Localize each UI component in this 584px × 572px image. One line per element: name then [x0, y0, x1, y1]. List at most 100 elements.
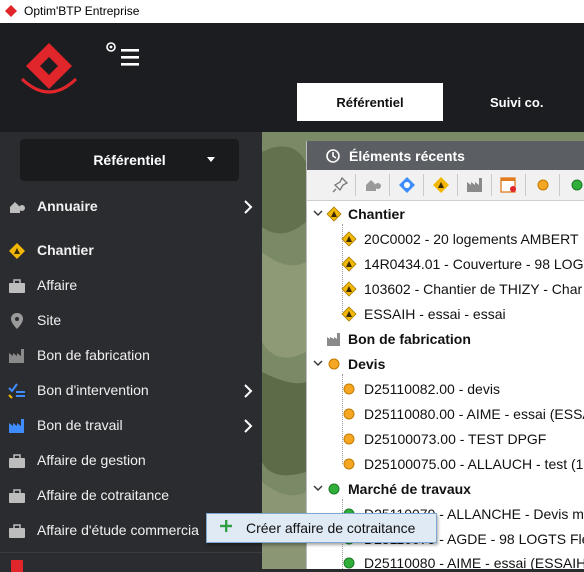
sidebar-item-chantier[interactable]: Chantier: [0, 233, 262, 268]
tree-item-label: D25100073.00 - TEST DPGF: [364, 431, 547, 447]
construction-sign-icon: [341, 306, 357, 322]
chevron-right-icon: [244, 200, 253, 214]
tree-item-label: 14R0434.01 - Couverture - 98 LOGT: [364, 256, 584, 272]
settings-menu-icon[interactable]: [103, 41, 143, 69]
green-dot-icon: [343, 557, 355, 569]
tree-group-chantier[interactable]: Chantier: [313, 203, 583, 227]
window-title: Optim'BTP Entreprise: [24, 4, 140, 18]
tree-item[interactable]: 103602 - Chantier de THIZY - Char: [341, 278, 584, 302]
sidebar-item-bon-de-travail[interactable]: Bon de travail: [0, 408, 262, 443]
tree-item[interactable]: ESSAIH - essai - essai: [341, 303, 584, 327]
window-titlebar: Optim'BTP Entreprise: [0, 0, 584, 24]
tree-group-label: Chantier: [348, 206, 405, 222]
module-selector[interactable]: Référentiel: [20, 139, 239, 181]
pin-icon[interactable]: [331, 176, 349, 194]
sidebar: Référentiel Annuaire Chantier Affaire Si…: [0, 132, 262, 572]
map-pin-icon: [11, 313, 23, 329]
orange-dot-icon[interactable]: [534, 176, 552, 194]
construction-sign-icon: [9, 243, 25, 259]
recent-elements-header: Éléments récents: [307, 141, 584, 170]
recent-elements-title: Éléments récents: [349, 148, 465, 164]
orange-dot-icon: [343, 383, 355, 395]
tree-group-devis[interactable]: Devis: [313, 353, 583, 377]
orange-dot-icon: [343, 458, 355, 470]
tree-group-marche-de-travaux[interactable]: Marché de travaux: [313, 478, 583, 502]
chevron-right-icon: [244, 384, 253, 398]
divider: [457, 174, 458, 196]
checklist-icon: [8, 383, 25, 399]
tree-item[interactable]: 20C0002 - 20 logements AMBERT: [341, 228, 584, 252]
sidebar-item-affaire[interactable]: Affaire: [0, 268, 262, 303]
module-selector-label: Référentiel: [93, 152, 166, 168]
factory-blue-icon: [9, 419, 24, 433]
sidebar-item-label: Affaire: [37, 277, 78, 293]
divider: [559, 174, 560, 196]
tree-group-bon-de-fabrication[interactable]: Bon de fabrication: [313, 328, 583, 352]
chevron-down-icon[interactable]: [313, 483, 323, 493]
chevron-right-icon: [244, 419, 253, 433]
factory-icon: [9, 349, 24, 363]
orange-dot-icon: [343, 433, 355, 445]
contacts-icon: [10, 202, 25, 213]
tree-item[interactable]: D25110080 - AIME - essai (ESSAIH: [341, 552, 584, 569]
contacts-icon[interactable]: [364, 176, 382, 194]
divider: [423, 174, 424, 196]
app-logo-icon: [5, 5, 17, 17]
sidebar-item-bon-de-fabrication[interactable]: Bon de fabrication: [0, 338, 262, 373]
sidebar-item-bon-intervention[interactable]: Bon d'intervention: [0, 373, 262, 408]
chevron-down-icon[interactable]: [313, 208, 323, 218]
popup-label: Créer affaire de cotraitance: [246, 520, 416, 536]
sidebar-item-label: Affaire de gestion: [37, 452, 146, 468]
briefcase-icon: [9, 279, 25, 293]
sidebar-item-affaire-de-cotraitance[interactable]: Affaire de cotraitance: [0, 478, 262, 513]
construction-sign-icon[interactable]: [432, 176, 450, 194]
green-dot-icon[interactable]: [568, 176, 584, 194]
construction-sign-icon: [341, 256, 357, 272]
briefcase-icon: [9, 489, 25, 503]
construction-sign-icon: [341, 231, 357, 247]
sidebar-item-label: Bon de fabrication: [37, 347, 150, 363]
sidebar-item-affaire-de-gestion[interactable]: Affaire de gestion: [0, 443, 262, 478]
tab-suivi-co[interactable]: Suivi co.: [455, 83, 584, 121]
app-header: Référentiel Suivi co.: [0, 23, 584, 132]
tree-item[interactable]: D25100073.00 - TEST DPGF: [341, 428, 584, 452]
chevron-down-icon: [207, 157, 215, 162]
green-dot-icon: [328, 483, 340, 495]
sidebar-item-label: Bon d'intervention: [37, 382, 149, 398]
brand-logo-icon[interactable]: [18, 35, 80, 97]
sidebar-item-annuaire[interactable]: Annuaire: [0, 189, 262, 224]
recent-filter-bar: [307, 170, 584, 201]
sidebar-item-label: Bon de travail: [37, 417, 123, 433]
tree-group-label: Marché de travaux: [348, 481, 471, 497]
sidebar-item-site[interactable]: Site: [0, 303, 262, 338]
calendar-grid-icon[interactable]: [500, 176, 518, 194]
create-cotraitance-popup[interactable]: Créer affaire de cotraitance: [206, 513, 437, 543]
tree-item[interactable]: D25110080.00 - AIME - essai (ESSA: [341, 403, 584, 427]
construction-sign-icon: [326, 206, 342, 222]
tree-item-label: D25110080.00 - AIME - essai (ESSA: [364, 406, 584, 422]
gear-badge-icon[interactable]: [398, 176, 416, 194]
tree-item-label: D25110080 - AIME - essai (ESSAIH: [364, 555, 584, 569]
calendar-red-icon: [11, 560, 23, 572]
tree-item-label: D25110082.00 - devis: [364, 381, 500, 397]
sidebar-item-label: Chantier: [37, 242, 94, 258]
divider: [355, 174, 356, 196]
sidebar-item-label: Site: [37, 312, 62, 328]
tree-item[interactable]: 14R0434.01 - Couverture - 98 LOGT: [341, 253, 584, 277]
recent-elements-panel: Éléments récents Chantier 20C0002 - 20 l…: [306, 141, 584, 569]
factory-icon[interactable]: [466, 176, 484, 194]
tree-item[interactable]: D25110082.00 - devis: [341, 378, 584, 402]
tree-item-label: 103602 - Chantier de THIZY - Char: [364, 281, 583, 297]
chevron-down-icon[interactable]: [313, 358, 323, 368]
orange-dot-icon: [328, 358, 340, 370]
sidebar-item-label: Annuaire: [37, 198, 98, 214]
tab-referentiel[interactable]: Référentiel: [297, 83, 443, 121]
sidebar-footer: [0, 552, 262, 572]
tree-item-label: D25100075.00 - ALLAUCH - test (1: [364, 456, 584, 472]
factory-icon: [327, 333, 340, 346]
divider: [389, 174, 390, 196]
plus-icon: [220, 520, 232, 532]
tree-item[interactable]: D25100075.00 - ALLAUCH - test (1: [341, 453, 584, 477]
tree-group-label: Bon de fabrication: [348, 331, 471, 347]
history-icon: [326, 149, 340, 163]
